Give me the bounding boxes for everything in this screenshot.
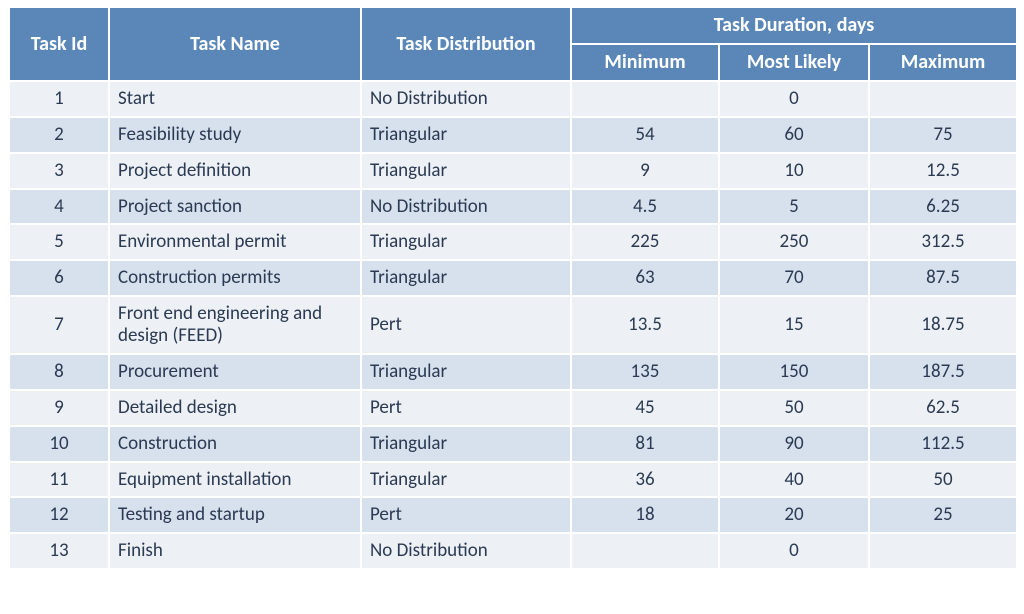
cell-task-id: 7 bbox=[9, 296, 109, 354]
col-header-most-likely: Most Likely bbox=[719, 44, 869, 81]
cell-task-name: Construction bbox=[109, 426, 361, 462]
cell-min: 9 bbox=[571, 153, 719, 189]
cell-task-id: 4 bbox=[9, 189, 109, 225]
cell-max bbox=[869, 81, 1017, 117]
cell-task-name: Front end engineering and design (FEED) bbox=[109, 296, 361, 354]
cell-max: 25 bbox=[869, 497, 1017, 533]
cell-most: 70 bbox=[719, 260, 869, 296]
table-row: 5 Environmental permit Triangular 225 25… bbox=[9, 224, 1017, 260]
cell-min: 63 bbox=[571, 260, 719, 296]
cell-task-dist: Triangular bbox=[361, 153, 571, 189]
cell-task-id: 10 bbox=[9, 426, 109, 462]
cell-max: 18.75 bbox=[869, 296, 1017, 354]
cell-min: 81 bbox=[571, 426, 719, 462]
table-row: 9 Detailed design Pert 45 50 62.5 bbox=[9, 390, 1017, 426]
cell-task-dist: No Distribution bbox=[361, 189, 571, 225]
cell-max: 112.5 bbox=[869, 426, 1017, 462]
cell-most: 250 bbox=[719, 224, 869, 260]
cell-task-id: 5 bbox=[9, 224, 109, 260]
cell-min: 45 bbox=[571, 390, 719, 426]
cell-task-name: Project definition bbox=[109, 153, 361, 189]
table-row: 8 Procurement Triangular 135 150 187.5 bbox=[9, 354, 1017, 390]
cell-task-id: 1 bbox=[9, 81, 109, 117]
cell-most: 20 bbox=[719, 497, 869, 533]
cell-task-name: Testing and startup bbox=[109, 497, 361, 533]
cell-task-dist: Triangular bbox=[361, 117, 571, 153]
table-row: 10 Construction Triangular 81 90 112.5 bbox=[9, 426, 1017, 462]
cell-task-name: Detailed design bbox=[109, 390, 361, 426]
cell-task-dist: No Distribution bbox=[361, 533, 571, 569]
cell-task-name: Finish bbox=[109, 533, 361, 569]
cell-min: 13.5 bbox=[571, 296, 719, 354]
cell-task-id: 6 bbox=[9, 260, 109, 296]
table-row: 1 Start No Distribution 0 bbox=[9, 81, 1017, 117]
table-row: 2 Feasibility study Triangular 54 60 75 bbox=[9, 117, 1017, 153]
cell-max: 12.5 bbox=[869, 153, 1017, 189]
col-header-minimum: Minimum bbox=[571, 44, 719, 81]
table-row: 6 Construction permits Triangular 63 70 … bbox=[9, 260, 1017, 296]
cell-max: 87.5 bbox=[869, 260, 1017, 296]
cell-task-id: 12 bbox=[9, 497, 109, 533]
cell-min: 4.5 bbox=[571, 189, 719, 225]
cell-max: 62.5 bbox=[869, 390, 1017, 426]
table-row: 11 Equipment installation Triangular 36 … bbox=[9, 462, 1017, 498]
col-header-task-id: Task Id bbox=[9, 7, 109, 81]
cell-task-name: Equipment installation bbox=[109, 462, 361, 498]
cell-min: 54 bbox=[571, 117, 719, 153]
table-row: 4 Project sanction No Distribution 4.5 5… bbox=[9, 189, 1017, 225]
cell-most: 10 bbox=[719, 153, 869, 189]
cell-max: 75 bbox=[869, 117, 1017, 153]
cell-min bbox=[571, 533, 719, 569]
cell-task-id: 2 bbox=[9, 117, 109, 153]
cell-min: 225 bbox=[571, 224, 719, 260]
cell-min: 36 bbox=[571, 462, 719, 498]
cell-max: 312.5 bbox=[869, 224, 1017, 260]
cell-most: 5 bbox=[719, 189, 869, 225]
cell-most: 90 bbox=[719, 426, 869, 462]
cell-task-id: 8 bbox=[9, 354, 109, 390]
task-duration-table: Task Id Task Name Task Distribution Task… bbox=[8, 6, 1018, 570]
cell-task-id: 3 bbox=[9, 153, 109, 189]
cell-max bbox=[869, 533, 1017, 569]
cell-task-name: Feasibility study bbox=[109, 117, 361, 153]
cell-task-dist: No Distribution bbox=[361, 81, 571, 117]
table-row: 7 Front end engineering and design (FEED… bbox=[9, 296, 1017, 354]
cell-most: 0 bbox=[719, 81, 869, 117]
cell-max: 187.5 bbox=[869, 354, 1017, 390]
cell-task-dist: Triangular bbox=[361, 462, 571, 498]
cell-task-dist: Pert bbox=[361, 497, 571, 533]
col-header-duration-group: Task Duration, days bbox=[571, 7, 1017, 44]
cell-task-name: Start bbox=[109, 81, 361, 117]
cell-max: 6.25 bbox=[869, 189, 1017, 225]
cell-task-name: Environmental permit bbox=[109, 224, 361, 260]
cell-task-dist: Triangular bbox=[361, 224, 571, 260]
cell-task-dist: Triangular bbox=[361, 260, 571, 296]
cell-task-name: Construction permits bbox=[109, 260, 361, 296]
cell-task-id: 13 bbox=[9, 533, 109, 569]
table-row: 12 Testing and startup Pert 18 20 25 bbox=[9, 497, 1017, 533]
col-header-maximum: Maximum bbox=[869, 44, 1017, 81]
cell-min: 18 bbox=[571, 497, 719, 533]
col-header-task-name: Task Name bbox=[109, 7, 361, 81]
cell-most: 150 bbox=[719, 354, 869, 390]
table-row: 3 Project definition Triangular 9 10 12.… bbox=[9, 153, 1017, 189]
cell-most: 15 bbox=[719, 296, 869, 354]
cell-task-dist: Triangular bbox=[361, 426, 571, 462]
cell-task-dist: Triangular bbox=[361, 354, 571, 390]
table-row: 13 Finish No Distribution 0 bbox=[9, 533, 1017, 569]
cell-task-name: Procurement bbox=[109, 354, 361, 390]
cell-most: 40 bbox=[719, 462, 869, 498]
cell-task-name: Project sanction bbox=[109, 189, 361, 225]
cell-task-id: 11 bbox=[9, 462, 109, 498]
cell-most: 60 bbox=[719, 117, 869, 153]
cell-max: 50 bbox=[869, 462, 1017, 498]
cell-most: 50 bbox=[719, 390, 869, 426]
cell-task-id: 9 bbox=[9, 390, 109, 426]
cell-min bbox=[571, 81, 719, 117]
col-header-task-distribution: Task Distribution bbox=[361, 7, 571, 81]
cell-min: 135 bbox=[571, 354, 719, 390]
cell-task-dist: Pert bbox=[361, 296, 571, 354]
cell-task-dist: Pert bbox=[361, 390, 571, 426]
cell-most: 0 bbox=[719, 533, 869, 569]
